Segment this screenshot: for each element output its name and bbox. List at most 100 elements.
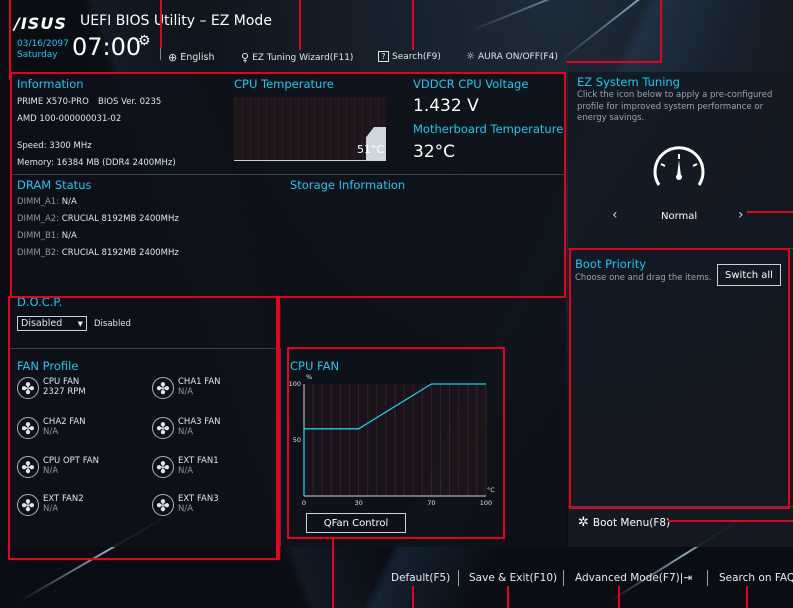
separator: [280, 348, 281, 547]
highlight-line: [507, 586, 509, 608]
fan-profile-title: FAN Profile: [17, 359, 79, 373]
x-tick-label: 0: [302, 499, 306, 507]
date: 03/16/2097: [17, 39, 69, 49]
information-title: Information: [17, 77, 84, 91]
ez-system-tuning-title: EZ System Tuning: [577, 75, 680, 89]
highlight-line: [332, 539, 334, 608]
highlight-line: [412, 0, 414, 50]
highlight-line: [660, 0, 662, 63]
fan-item[interactable]: ✤ EXT FAN1 N/A: [152, 456, 219, 478]
fan-item[interactable]: ✤ CHA3 FAN N/A: [152, 417, 221, 439]
qfan-control-button[interactable]: QFan Control: [306, 513, 406, 533]
temperature-line: [234, 160, 366, 161]
fan-icon: ✤: [152, 377, 174, 399]
highlight-line: [160, 0, 162, 48]
highlight-line: [276, 296, 278, 560]
vddcr-title: VDDCR CPU Voltage: [413, 77, 529, 91]
default-button[interactable]: Default(F5): [391, 572, 450, 584]
next-mode-button[interactable]: ›: [738, 207, 744, 223]
vddcr-value: 1.432 V: [413, 96, 479, 116]
fan-icon: ✤: [152, 417, 174, 439]
bios-version: BIOS Ver. 0235: [98, 97, 162, 107]
clock-time[interactable]: 07:00: [72, 33, 141, 61]
board-name: PRIME X570-PRO: [17, 97, 89, 107]
chevron-down-icon: ▼: [77, 319, 83, 328]
divider: [458, 570, 459, 586]
highlight-line: [746, 586, 748, 608]
cpu-temperature-title: CPU Temperature: [234, 77, 334, 91]
highlight-line: [618, 586, 620, 608]
x-axis-unit: °C: [487, 486, 495, 494]
boot-priority-title: Boot Priority: [575, 257, 647, 271]
boot-menu-icon: ✲: [578, 515, 589, 530]
dram-slot: DIMM_B1: N/A: [17, 231, 77, 241]
mb-temperature-value: 32°C: [413, 142, 456, 162]
dram-status-title: DRAM Status: [17, 178, 92, 192]
memory-info: Memory: 16384 MB (DDR4 2400MHz): [17, 158, 176, 168]
fan-icon: ✤: [152, 494, 174, 516]
cpu-temperature-value: 51°C: [357, 143, 385, 156]
boot-device-list[interactable]: [575, 293, 781, 497]
save-exit-button[interactable]: Save & Exit(F10): [469, 572, 557, 584]
highlight-line: [412, 586, 414, 608]
x-tick-label: 100: [480, 499, 492, 507]
fan-icon: ✤: [17, 377, 39, 399]
divider: [563, 570, 564, 586]
aura-toggle-button[interactable]: ☼ AURA ON/OFF(F4): [466, 51, 558, 62]
separator: [10, 174, 566, 175]
separator: [568, 248, 793, 249]
fan-item[interactable]: ✤ CPU OPT FAN N/A: [17, 456, 99, 478]
fan-icon: ✤: [17, 456, 39, 478]
separator: [10, 348, 280, 349]
aura-icon: ☼: [466, 51, 475, 62]
cpu-model: AMD 100-000000031-02: [17, 114, 122, 124]
search-button[interactable]: ? Search(F9): [378, 51, 441, 62]
x-tick-label: 30: [354, 499, 362, 507]
fan-item[interactable]: ✤ EXT FAN2 N/A: [17, 494, 84, 516]
ez-tuning-wizard-button[interactable]: ♀ EZ Tuning Wizard(F11): [241, 51, 353, 64]
highlight-line: [566, 61, 662, 63]
gear-icon[interactable]: ⚙: [138, 33, 151, 49]
switch-all-button[interactable]: Switch all: [717, 264, 781, 286]
day: Saturday: [17, 50, 58, 60]
storage-information-title: Storage Information: [290, 178, 406, 192]
docp-status: Disabled: [94, 319, 131, 329]
dram-slot: DIMM_B2: CRUCIAL 8192MB 2400MHz: [17, 248, 179, 258]
separator: [568, 506, 793, 507]
previous-mode-button[interactable]: ‹: [612, 207, 618, 223]
question-icon: ?: [378, 51, 389, 62]
language-selector[interactable]: ⊕ English: [168, 51, 215, 64]
asus-logo: /ISUS: [14, 14, 67, 33]
highlight-line: [747, 211, 793, 213]
advanced-mode-button[interactable]: Advanced Mode(F7)|⇥: [575, 572, 692, 584]
dram-slot: DIMM_A1: N/A: [17, 197, 77, 207]
fan-icon: ✤: [152, 456, 174, 478]
cpu-speed: Speed: 3300 MHz: [17, 141, 92, 151]
boot-priority-description: Choose one and drag the items.: [575, 273, 712, 283]
mb-temperature-title: Motherboard Temperature: [413, 122, 564, 136]
fan-item[interactable]: ✤ CHA1 FAN N/A: [152, 377, 221, 399]
fan-icon: ✤: [17, 494, 39, 516]
divider: [707, 570, 708, 586]
x-tick-label: 70: [427, 499, 435, 507]
dram-slot: DIMM_A2: CRUCIAL 8192MB 2400MHz: [17, 214, 179, 224]
y-tick-label: 50: [293, 436, 301, 444]
highlight-line: [9, 0, 11, 80]
fan-item[interactable]: ✤ CHA2 FAN N/A: [17, 417, 86, 439]
page-title: UEFI BIOS Utility – EZ Mode: [80, 13, 272, 29]
globe-icon: ⊕: [168, 51, 178, 64]
fan-item[interactable]: ✤ CPU FAN 2327 RPM: [17, 377, 86, 399]
lightbulb-icon: ♀: [241, 51, 250, 64]
boot-menu-button[interactable]: ✲ Boot Menu(F8): [578, 515, 670, 530]
fan-item[interactable]: ✤ EXT FAN3 N/A: [152, 494, 219, 516]
search-faq-button[interactable]: Search on FAQ: [719, 572, 793, 584]
highlight-line: [668, 520, 793, 522]
docp-title: D.O.C.P.: [17, 295, 63, 309]
y-axis-unit: %: [306, 373, 312, 381]
cpu-fan-curve-chart[interactable]: 0 30 70 100 100 50% °C: [286, 370, 504, 512]
docp-select[interactable]: Disabled ▼: [17, 316, 87, 331]
y-tick-label: 100: [289, 380, 301, 388]
speedometer-icon[interactable]: [649, 140, 709, 195]
tuning-mode-label: Normal: [661, 211, 698, 222]
fan-icon: ✤: [17, 417, 39, 439]
